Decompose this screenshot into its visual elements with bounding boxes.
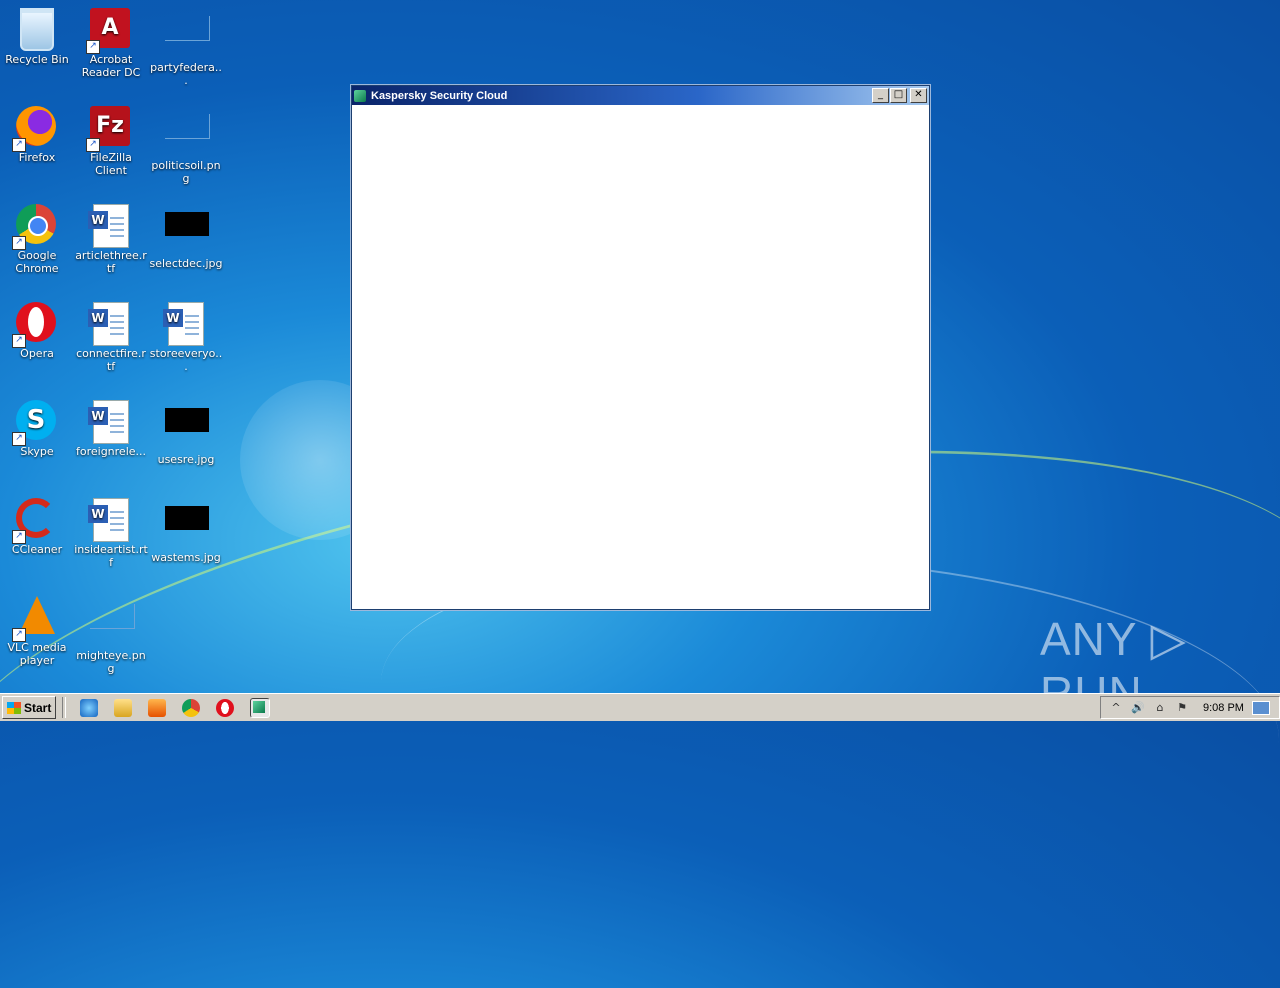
clock[interactable]: 9:08 PM <box>1203 702 1244 714</box>
show-desktop-button[interactable] <box>1251 700 1270 715</box>
maximize-button[interactable]: □ <box>890 88 907 103</box>
system-tray: ^ 🔊 ⌂ ⚑ 9:08 PM <box>1100 696 1280 719</box>
word-doc-icon: W <box>88 302 132 346</box>
skype-icon: S ↗ <box>12 400 58 446</box>
desktop-icon-partyfedera[interactable]: partyfedera... <box>149 2 223 87</box>
desktop-icon-firefox[interactable]: ↗ Firefox <box>0 100 74 164</box>
word-doc-icon: W <box>88 498 132 542</box>
minimize-button[interactable]: _ <box>872 88 889 103</box>
image-file-icon <box>165 506 209 548</box>
opera-icon[interactable] <box>216 698 235 717</box>
image-file-icon <box>90 604 135 646</box>
acrobat-icon: A ↗ <box>86 8 132 54</box>
window-title-bar[interactable]: Kaspersky Security Cloud _ □ ✕ <box>352 86 929 105</box>
window-title: Kaspersky Security Cloud <box>371 89 508 102</box>
word-doc-icon: W <box>88 204 132 248</box>
desktop-icon-articlethree[interactable]: W articlethree.rtf <box>74 198 148 275</box>
desktop-icon-foreignrele[interactable]: W foreignrele... <box>74 394 148 458</box>
kaspersky-window[interactable]: Kaspersky Security Cloud _ □ ✕ <box>351 85 930 610</box>
close-button[interactable]: ✕ <box>910 88 927 103</box>
word-doc-icon: W <box>163 302 207 346</box>
ccleaner-icon: ↗ <box>12 498 58 544</box>
media-player-icon[interactable] <box>148 698 167 717</box>
taskbar-separator <box>62 697 67 718</box>
network-icon[interactable]: ⌂ <box>1153 701 1167 715</box>
desktop-icon-mighteye[interactable]: mighteye.png <box>74 590 148 675</box>
image-file-icon <box>165 212 209 254</box>
windows-logo-icon <box>7 701 21 714</box>
desktop-icon-connectfire[interactable]: W connectfire.rtf <box>74 296 148 373</box>
desktop-icon-chrome[interactable]: ↗ Google Chrome <box>0 198 74 275</box>
image-file-icon <box>165 16 210 58</box>
opera-icon: ↗ <box>12 302 58 348</box>
filezilla-icon: Fz ↗ <box>86 106 132 152</box>
desktop-icon-acrobat[interactable]: A ↗ Acrobat Reader DC <box>74 2 148 79</box>
desktop-icon-politicsoil[interactable]: politicsoil.png <box>149 100 223 185</box>
kaspersky-icon <box>253 700 266 713</box>
desktop-icon-insideartist[interactable]: W insideartist.rtf <box>74 492 148 569</box>
desktop-icon-filezilla[interactable]: Fz ↗ FileZilla Client <box>74 100 148 177</box>
start-button[interactable]: Start <box>2 696 57 719</box>
explorer-icon[interactable] <box>114 698 133 717</box>
volume-icon[interactable]: 🔊 <box>1131 701 1145 715</box>
desktop-icon-usesre[interactable]: usesre.jpg <box>149 394 223 466</box>
desktop-icon-skype[interactable]: S ↗ Skype <box>0 394 74 458</box>
taskbar: Start ^ 🔊 ⌂ ⚑ 9:08 PM <box>0 693 1280 721</box>
desktop-icon-vlc[interactable]: ↗ VLC media player <box>0 590 74 667</box>
firefox-icon: ↗ <box>12 106 58 152</box>
desktop-icon-wastems[interactable]: wastems.jpg <box>149 492 223 564</box>
recycle-bin-icon <box>16 8 58 51</box>
tray-expand-icon[interactable]: ^ <box>1109 701 1123 715</box>
desktop-icon-opera[interactable]: ↗ Opera <box>0 296 74 360</box>
vlc-icon: ↗ <box>12 596 58 642</box>
image-file-icon <box>165 114 210 156</box>
desktop-icon-storeeveryo[interactable]: W storeeveryo... <box>149 296 223 373</box>
window-content <box>352 105 929 608</box>
desktop-icon-selectdec[interactable]: selectdec.jpg <box>149 198 223 270</box>
ie-icon[interactable] <box>80 698 99 717</box>
chrome-icon[interactable] <box>182 698 201 717</box>
image-file-icon <box>165 408 209 450</box>
start-label: Start <box>24 700 52 715</box>
desktop-icon-ccleaner[interactable]: ↗ CCleaner <box>0 492 74 556</box>
word-doc-icon: W <box>88 400 132 444</box>
desktop-icon-recycle-bin[interactable]: Recycle Bin <box>0 2 74 66</box>
action-center-flag-icon[interactable]: ⚑ <box>1175 701 1189 715</box>
kaspersky-taskbar-button[interactable] <box>250 697 271 718</box>
kaspersky-icon <box>354 89 366 102</box>
chrome-icon: ↗ <box>12 204 58 250</box>
